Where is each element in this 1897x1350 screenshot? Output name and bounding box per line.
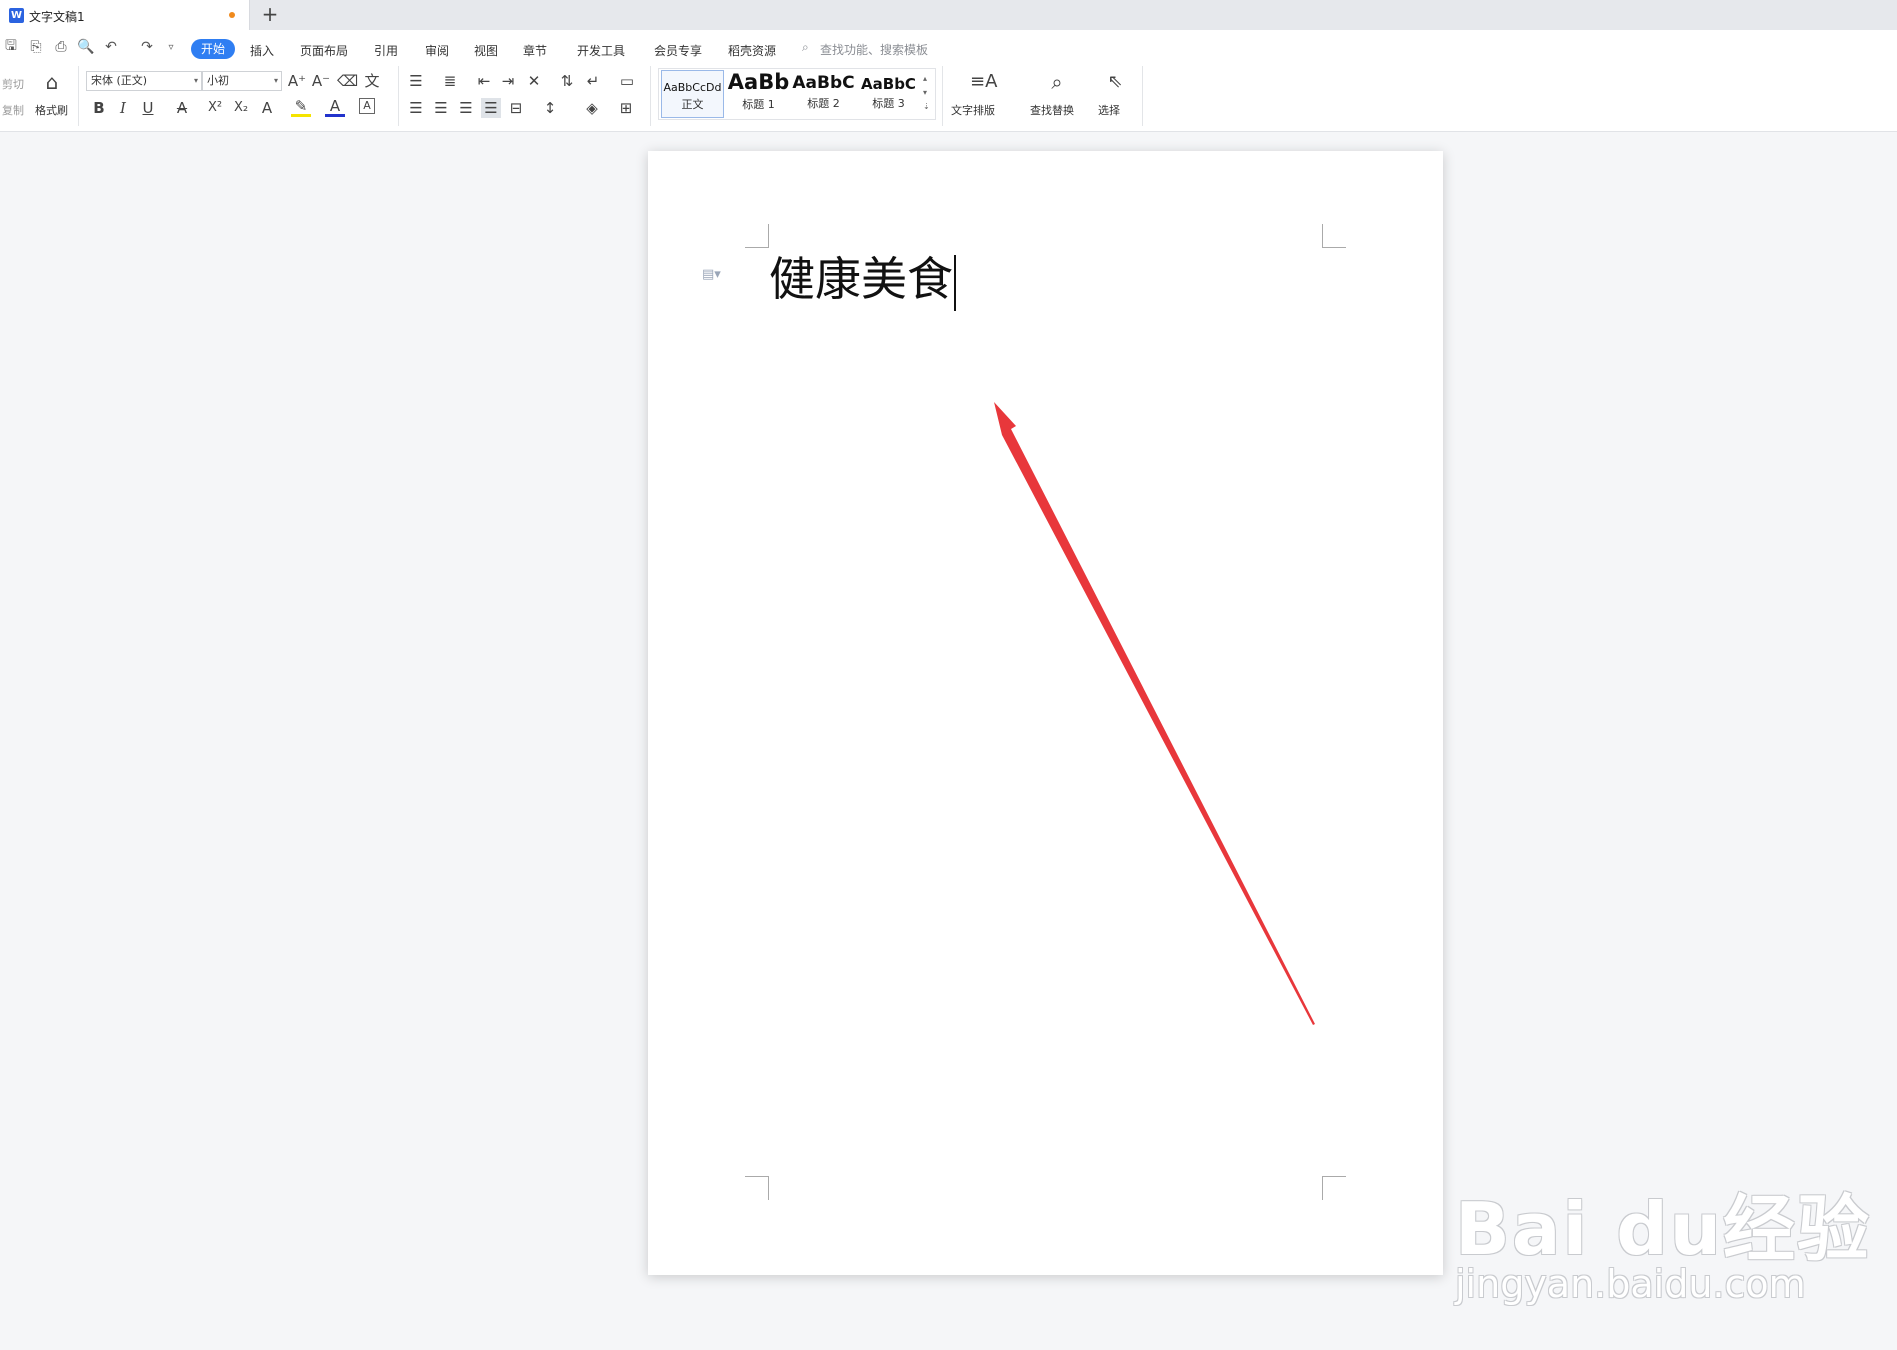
annotation-arrow [994,402,1315,1025]
annotation-arrow-shape [994,402,1315,1025]
baidu-jingyan-watermark: Bai du经验 [1455,1187,1872,1271]
watermark-url: jingyan.baidu.com [1455,1262,1806,1306]
